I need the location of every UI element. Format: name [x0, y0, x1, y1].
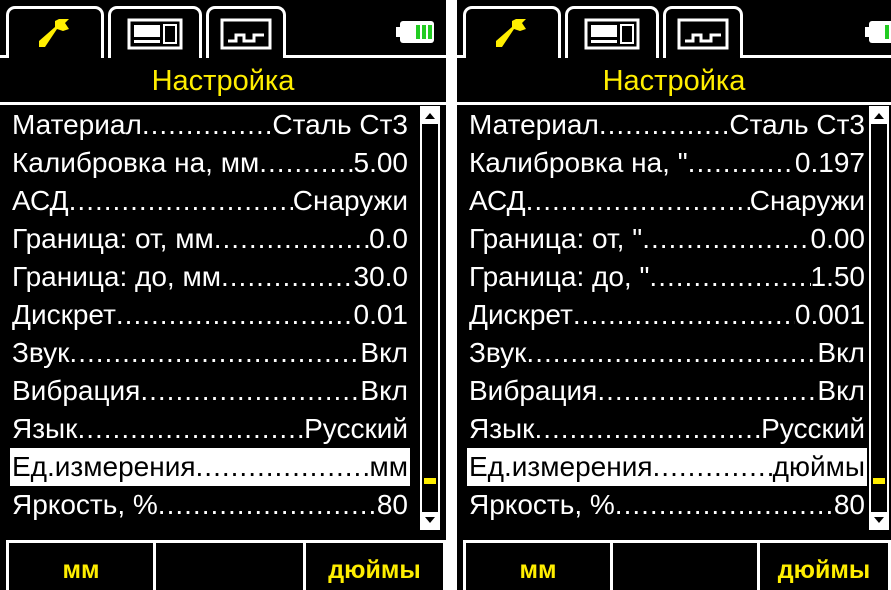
wrench-icon [496, 18, 526, 47]
wrench-icon [39, 18, 69, 47]
chart-icon [220, 18, 272, 49]
numeric-display-icon [127, 18, 183, 49]
tab-settings[interactable] [6, 6, 104, 58]
tab-bar [0, 0, 446, 62]
tab-settings[interactable] [463, 6, 561, 58]
softkey-empty[interactable] [153, 540, 306, 590]
scroll-up-icon[interactable] [871, 108, 887, 124]
softkey-bar: мм дюймы [457, 540, 891, 590]
setting-row-vibration[interactable]: ВибрацияВкл.............................… [467, 372, 867, 410]
setting-row-units[interactable]: Ед.измерениямм..........................… [10, 448, 410, 486]
setting-row-limit-from[interactable]: Граница: от, "0.00......................… [467, 220, 867, 258]
numeric-display-icon [584, 18, 640, 49]
softkey-mm[interactable]: мм [463, 540, 613, 590]
settings-list: МатериалСталь Ст3.......................… [467, 106, 867, 524]
screen-title: Настройка [602, 65, 746, 97]
softkey-inches[interactable]: дюймы [757, 540, 891, 590]
divider [0, 102, 446, 105]
setting-row-asd[interactable]: АСДСнаружи..............................… [467, 182, 867, 220]
setting-row-units[interactable]: Ед.измерениядюймы.......................… [467, 448, 867, 486]
scrollbar[interactable] [420, 106, 440, 530]
softkey-bar: мм дюймы [0, 540, 446, 590]
scroll-up-icon[interactable] [422, 108, 438, 124]
scrollbar[interactable] [869, 106, 889, 530]
setting-row-material[interactable]: МатериалСталь Ст3.......................… [467, 106, 867, 144]
device-screen-right: Настройка Материал Сталь Ст3.............… [457, 0, 891, 590]
tab-graph[interactable] [663, 6, 743, 58]
setting-row-material[interactable]: МатериалСталь Ст3.......................… [10, 106, 410, 144]
setting-row-resolution[interactable]: Дискрет0.01.............................… [10, 296, 410, 334]
device-screen-left: Настройка Материал Сталь Ст3.............… [0, 0, 446, 590]
scroll-down-icon[interactable] [871, 512, 887, 528]
setting-row-brightness[interactable]: Яркость, %80............................… [467, 486, 867, 524]
setting-row-limit-from[interactable]: Граница: от, мм0.0......................… [10, 220, 410, 258]
setting-row-sound[interactable]: Звук Вкл.................................… [467, 334, 867, 372]
tab-measurement[interactable] [108, 6, 202, 58]
softkey-mm[interactable]: мм [6, 540, 156, 590]
setting-row-language[interactable]: ЯзыкРусский.............................… [467, 410, 867, 448]
scroll-thumb[interactable] [873, 478, 885, 484]
setting-row-language[interactable]: ЯзыкРусский.............................… [10, 410, 410, 448]
setting-row-asd[interactable]: АСДСнаружи..............................… [10, 182, 410, 220]
tab-measurement[interactable] [565, 6, 659, 58]
setting-row-resolution[interactable]: Дискрет0.001............................… [467, 296, 867, 334]
divider [457, 102, 891, 105]
setting-row-limit-to[interactable]: Граница: до, "1.50......................… [467, 258, 867, 296]
setting-row-calibration[interactable]: Калибровка на, мм5.00...................… [10, 144, 410, 182]
settings-list: МатериалСталь Ст3.......................… [10, 106, 410, 524]
tab-bar [457, 0, 891, 62]
setting-row-brightness[interactable]: Яркость, %80............................… [10, 486, 410, 524]
battery-icon [396, 21, 434, 43]
setting-row-calibration[interactable]: Калибровка на, "0.197...................… [467, 144, 867, 182]
chart-icon [677, 18, 729, 49]
setting-row-vibration[interactable]: ВибрацияВкл.............................… [10, 372, 410, 410]
setting-row-sound[interactable]: Звук Вкл.................................… [10, 334, 410, 372]
scroll-thumb[interactable] [424, 478, 436, 484]
screen-title: Настройка [151, 65, 295, 97]
scroll-down-icon[interactable] [422, 512, 438, 528]
setting-row-limit-to[interactable]: Граница: до, мм30.0.....................… [10, 258, 410, 296]
tab-graph[interactable] [206, 6, 286, 58]
softkey-empty[interactable] [610, 540, 760, 590]
softkey-inches[interactable]: дюймы [303, 540, 446, 590]
battery-icon [865, 21, 891, 43]
